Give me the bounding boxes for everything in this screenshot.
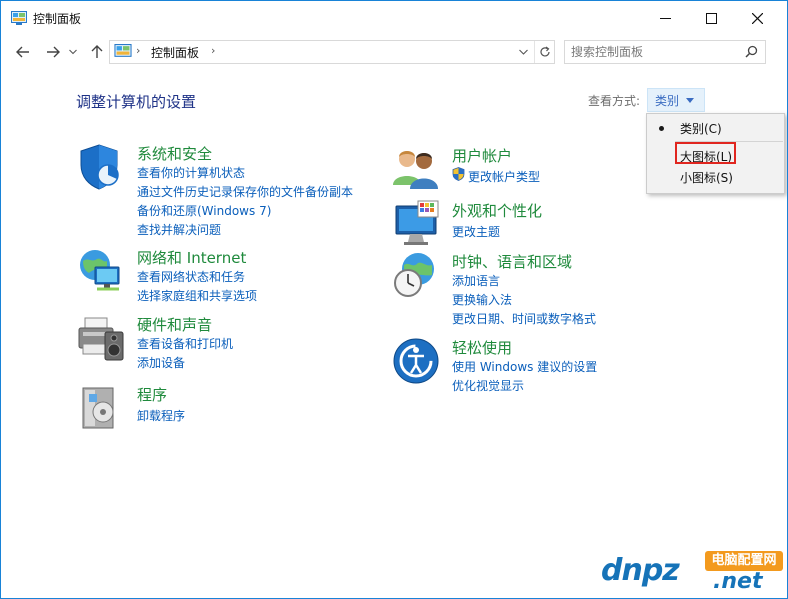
category-link[interactable]: 备份和还原(Windows 7) — [137, 202, 271, 219]
category-link[interactable]: 优化视觉显示 — [452, 377, 524, 394]
category-link[interactable]: 选择家庭组和共享选项 — [137, 287, 257, 304]
chevron-down-icon — [518, 49, 528, 55]
category-link[interactable]: 卸载程序 — [137, 407, 185, 424]
minimize-button[interactable] — [642, 1, 688, 35]
category-link[interactable]: 更改日期、时间或数字格式 — [452, 310, 596, 327]
watermark-domain: .net — [713, 569, 763, 594]
view-by-value: 类别 — [655, 94, 680, 108]
security-shield-icon[interactable] — [77, 143, 125, 191]
printer-speaker-icon[interactable] — [77, 314, 125, 362]
control-panel-icon — [114, 44, 132, 57]
search-input[interactable] — [571, 43, 736, 60]
chevron-down-icon — [69, 49, 77, 55]
watermark-logo: dnpz — [601, 553, 680, 588]
maximize-icon — [705, 12, 717, 24]
control-panel-window: 控制面板 › 控制面板 › 搜索控制面板 调整计算机的设置 查看方式: 类别 系… — [0, 0, 788, 599]
category-title[interactable]: 硬件和声音 — [137, 314, 212, 335]
category-title[interactable]: 用户帐户 — [452, 145, 512, 166]
category-link[interactable]: 查找并解决问题 — [137, 221, 221, 238]
radio-dot-icon — [659, 126, 664, 131]
search-box[interactable] — [564, 40, 766, 64]
menu-item-label: 小图标(S) — [680, 171, 733, 185]
category-title[interactable]: 网络和 Internet — [137, 247, 246, 268]
users-icon[interactable] — [392, 145, 440, 193]
programs-icon[interactable] — [77, 384, 125, 432]
control-panel-icon — [11, 11, 27, 25]
watermark-badge: 电脑配置网 — [705, 551, 783, 571]
breadcrumb-control-panel[interactable]: 控制面板 — [151, 44, 199, 61]
menu-item-label: 类别(C) — [680, 122, 722, 136]
navigation-bar: › 控制面板 › — [1, 35, 787, 69]
window-title: 控制面板 — [33, 12, 82, 26]
category-link[interactable]: 更换输入法 — [452, 291, 512, 308]
category-link[interactable]: 查看你的计算机状态 — [137, 164, 245, 181]
category-link[interactable]: 使用 Windows 建议的设置 — [452, 358, 597, 375]
up-button[interactable] — [87, 43, 107, 61]
back-button[interactable] — [13, 43, 33, 61]
address-bar[interactable]: › 控制面板 › — [109, 40, 555, 64]
arrow-up-icon — [91, 45, 103, 58]
close-icon — [751, 12, 763, 24]
network-globe-icon[interactable] — [77, 247, 125, 295]
view-by-label: 查看方式: — [588, 94, 641, 108]
category-title[interactable]: 程序 — [137, 384, 167, 405]
category-link[interactable]: 更改帐户类型 — [468, 168, 540, 185]
minimize-icon — [659, 17, 671, 19]
menu-item-small-icons[interactable]: 小图标(S) — [647, 166, 784, 188]
page-title: 调整计算机的设置 — [76, 93, 197, 111]
forward-button[interactable] — [43, 43, 63, 61]
refresh-button[interactable] — [534, 41, 555, 63]
arrow-right-icon — [47, 46, 60, 58]
category-link[interactable]: 查看设备和打印机 — [137, 335, 233, 352]
category-title[interactable]: 外观和个性化 — [452, 200, 542, 221]
search-icon[interactable] — [745, 45, 758, 58]
ease-of-access-icon[interactable] — [392, 337, 440, 385]
appearance-monitor-icon[interactable] — [392, 200, 440, 248]
category-title[interactable]: 系统和安全 — [137, 143, 212, 164]
title-bar[interactable]: 控制面板 — [1, 1, 787, 35]
refresh-icon — [540, 46, 550, 57]
category-link[interactable]: 添加设备 — [137, 354, 185, 371]
category-link[interactable]: 通过文件历史记录保存你的文件备份副本 — [137, 183, 353, 200]
category-link[interactable]: 查看网络状态和任务 — [137, 268, 245, 285]
uac-shield-icon — [452, 167, 465, 181]
category-title[interactable]: 轻松使用 — [452, 337, 512, 358]
dropdown-arrow-icon — [686, 98, 694, 103]
maximize-button[interactable] — [688, 1, 734, 35]
close-button[interactable] — [734, 1, 780, 35]
category-link[interactable]: 添加语言 — [452, 272, 500, 289]
recent-locations-button[interactable] — [67, 43, 79, 61]
menu-item-category[interactable]: 类别(C) — [647, 117, 784, 139]
category-title[interactable]: 时钟、语言和区域 — [452, 251, 572, 272]
breadcrumb-separator-icon[interactable]: › — [211, 44, 215, 57]
view-by-dropdown[interactable]: 类别 — [647, 88, 705, 112]
category-link[interactable]: 更改主题 — [452, 223, 500, 240]
clock-globe-icon[interactable] — [392, 251, 440, 299]
watermark: dnpz 电脑配置网 .net — [601, 551, 787, 597]
address-history-dropdown[interactable] — [514, 41, 532, 63]
arrow-left-icon — [16, 46, 29, 58]
annotation-highlight-box — [675, 142, 736, 164]
breadcrumb-separator-icon[interactable]: › — [136, 44, 140, 57]
